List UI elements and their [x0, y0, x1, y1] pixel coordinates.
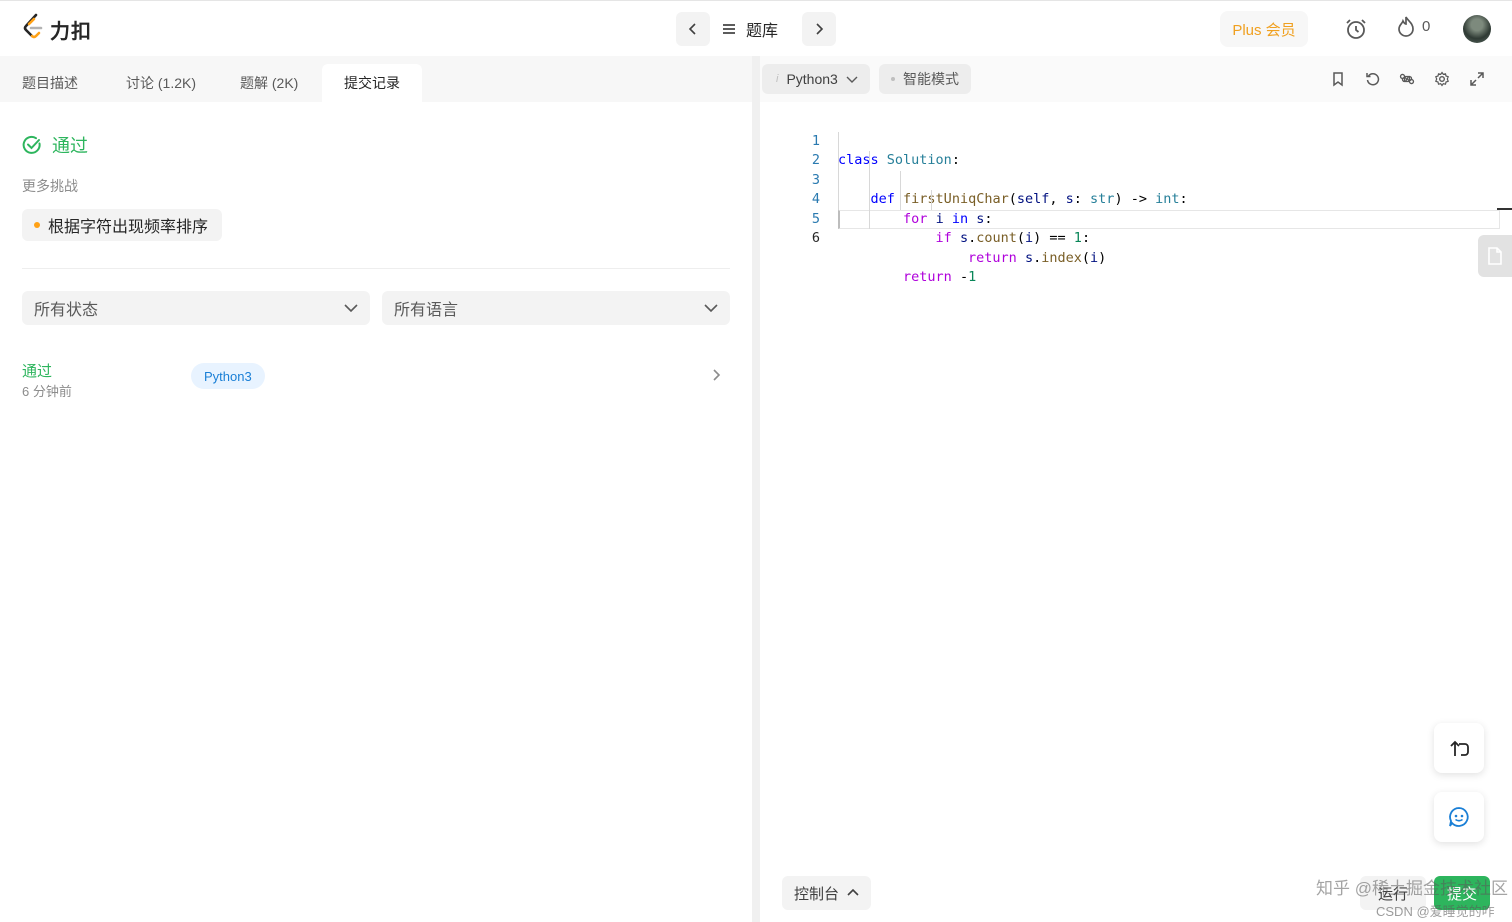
side-notes-tab[interactable] — [1478, 235, 1512, 277]
code-line: 2 def firstUniqChar(self, s: str) -> int… — [760, 131, 1500, 207]
chevron-right-icon — [816, 23, 824, 35]
editor-toolbar: i Python3 智能模式 — [760, 56, 1512, 102]
editor-panel: i Python3 智能模式 1 class Solution: 2 def f… — [760, 56, 1512, 922]
line-number: 6 — [811, 230, 820, 246]
code-line: 4 if s.count(i) == 1: — [760, 170, 1500, 246]
chevron-down-icon — [704, 304, 718, 313]
language-select-value: Python3 — [786, 71, 838, 87]
logo-text: 力扣 — [50, 21, 92, 43]
gear-icon[interactable] — [1432, 69, 1452, 89]
streak-count: 0 — [1422, 17, 1431, 35]
chevron-down-icon — [344, 304, 358, 313]
code-line: 3 for i in s: — [760, 151, 1500, 227]
more-challenges-label: 更多挑战 — [22, 178, 78, 194]
chevron-left-icon — [688, 23, 696, 35]
bookmark-icon[interactable] — [1328, 69, 1348, 89]
panel-splitter[interactable] — [752, 56, 760, 922]
challenge-chip-label: 根据字符出现频率排序 — [48, 219, 209, 236]
problem-bank-label: 题库 — [746, 23, 779, 40]
code-text: return s.index(i) — [968, 249, 1107, 266]
code-text: if s.count(i) == 1: — [935, 230, 1091, 246]
code-line: 6 return -1 — [760, 209, 1500, 285]
top-bar: 力扣 题库 Plus 会员 0 — [0, 0, 1512, 56]
submission-row[interactable]: 通过 6 分钟前 Python3 — [0, 348, 752, 404]
code-editor[interactable]: 1 class Solution: 2 def firstUniqChar(se… — [760, 112, 1500, 285]
expand-icon[interactable] — [1467, 69, 1487, 89]
code-line: 5 return s.index(i) — [760, 190, 1500, 266]
tab-solutions[interactable]: 题解 (2K) — [240, 64, 298, 102]
flame-icon — [1398, 16, 1414, 37]
code-line: 1 class Solution: — [760, 112, 1500, 169]
divider — [22, 268, 730, 269]
mode-dot — [891, 77, 895, 81]
alarm-clock-icon[interactable] — [1342, 15, 1370, 43]
editor-mode-button[interactable]: 智能模式 — [879, 64, 971, 94]
plus-membership-button[interactable]: Plus 会员 — [1220, 11, 1308, 47]
code-text: return -1 — [903, 269, 977, 285]
console-label: 控制台 — [794, 885, 840, 903]
watermark-sub: CSDN @爱睡觉的咋 — [1376, 904, 1495, 919]
challenge-chip[interactable]: 根据字符出现频率排序 — [22, 209, 223, 241]
prev-problem-button[interactable] — [676, 12, 710, 46]
watermark: 知乎 @稀土掘金技术社区 — [1316, 879, 1508, 898]
tab-submissions[interactable]: 提交记录 — [322, 64, 422, 102]
editor-mode-label: 智能模式 — [903, 71, 959, 87]
left-panel: 题目描述 讨论 (1.2K) 题解 (2K) 提交记录 通过 更多挑战 根据字符… — [0, 56, 752, 922]
document-icon — [1488, 247, 1502, 265]
status-filter-value: 所有状态 — [34, 302, 99, 319]
command-icon[interactable] — [1397, 69, 1417, 89]
check-circle-icon — [22, 135, 41, 154]
logo[interactable]: 力扣 — [22, 13, 92, 46]
chevron-right-icon — [713, 369, 721, 381]
status-filter-select[interactable]: 所有状态 — [22, 291, 370, 325]
result-header: 通过 — [22, 132, 88, 158]
chevron-up-icon — [847, 888, 859, 896]
submission-status: 通过 — [22, 363, 53, 380]
next-problem-button[interactable] — [802, 12, 836, 46]
scrollbar-marker — [1497, 208, 1512, 210]
swap-layout-button[interactable] — [1434, 723, 1484, 773]
submission-language-badge: Python3 — [191, 363, 265, 389]
tab-bar: 题目描述 讨论 (1.2K) 题解 (2K) 提交记录 — [0, 56, 752, 102]
info-icon: i — [776, 73, 779, 85]
streak-counter[interactable]: 0 — [1396, 15, 1430, 37]
language-filter-select[interactable]: 所有语言 — [382, 291, 730, 325]
swap-icon — [1450, 740, 1469, 756]
chip-dot — [34, 222, 40, 228]
language-select[interactable]: i Python3 — [762, 64, 870, 94]
tab-discussion[interactable]: 讨论 (1.2K) — [126, 64, 196, 102]
result-status: 通过 — [52, 136, 88, 156]
chat-assistant-button[interactable] — [1434, 792, 1484, 842]
submission-time: 6 分钟前 — [22, 384, 72, 399]
language-filter-value: 所有语言 — [394, 302, 459, 319]
reset-icon[interactable] — [1363, 69, 1383, 89]
chat-bot-icon — [1449, 807, 1469, 827]
leetcode-logo-icon — [22, 13, 46, 46]
problem-bank-button[interactable]: 题库 — [722, 12, 778, 46]
chevron-down-icon — [846, 76, 858, 83]
list-icon — [723, 24, 735, 34]
tab-description[interactable]: 题目描述 — [22, 64, 78, 102]
avatar[interactable] — [1463, 15, 1491, 43]
console-toggle-button[interactable]: 控制台 — [782, 876, 872, 910]
